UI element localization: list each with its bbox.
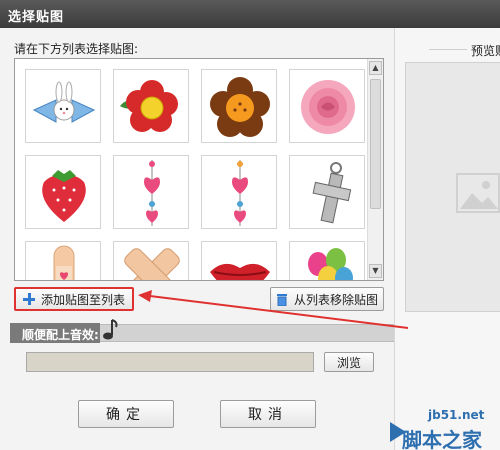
ok-button[interactable]: 确定 [78, 400, 174, 428]
sticker-bandage-cross[interactable] [113, 241, 189, 280]
window-title: 选择贴图 [8, 10, 65, 25]
cancel-button[interactable]: 取消 [220, 400, 316, 428]
add-sticker-button[interactable]: 添加贴图至列表 [14, 287, 134, 311]
title-bar: 选择贴图 [0, 0, 500, 28]
cross-icon [312, 162, 352, 224]
bunny-bow-icon [32, 81, 96, 123]
strawberry-icon [42, 170, 86, 222]
sound-label: 顺便配上音效: [10, 323, 100, 343]
add-sticker-label: 添加贴图至列表 [40, 292, 125, 307]
heart-charm-icon [144, 160, 160, 226]
preview-label: 预览贴 [471, 44, 500, 58]
scroll-thumb[interactable] [370, 79, 381, 209]
preview-divider [429, 49, 467, 50]
sticker-red-flower[interactable] [113, 69, 189, 143]
list-prompt: 请在下方列表选择贴图: [14, 42, 139, 56]
scroll-up-icon[interactable]: ▲ [369, 61, 382, 75]
bandage-cross-icon [124, 248, 180, 280]
sticker-strawberry[interactable] [25, 155, 101, 229]
browse-button[interactable]: 浏览 [324, 352, 374, 372]
heart-charm-icon [232, 160, 248, 226]
music-note-icon [100, 318, 118, 343]
remove-sticker-label: 从列表移除贴图 [293, 292, 378, 307]
sticker-heart-charm-chain-2[interactable] [201, 155, 277, 229]
red-flower-icon [120, 80, 178, 132]
vertical-scrollbar[interactable]: ▲ ▼ [367, 59, 383, 280]
lips-icon [210, 263, 270, 280]
preview-area [405, 62, 500, 312]
preview-panel: 预览贴 [394, 28, 500, 450]
sticker-bandage[interactable] [25, 241, 101, 280]
trash-icon [276, 293, 288, 306]
watermark-url: jb51.net [428, 408, 485, 422]
sticker-grid [25, 69, 365, 280]
image-placeholder-icon [456, 173, 500, 216]
sound-path-input[interactable] [26, 352, 314, 372]
sticker-pink-rose[interactable] [289, 69, 365, 143]
sticker-orange-flower[interactable] [201, 69, 277, 143]
bandage-icon [53, 245, 75, 280]
orange-flower-icon [210, 77, 270, 137]
sticker-red-lips[interactable] [201, 241, 277, 280]
sticker-heart-charm-chain[interactable] [113, 155, 189, 229]
remove-sticker-button[interactable]: 从列表移除贴图 [270, 287, 384, 311]
pink-rose-icon [301, 80, 355, 134]
sticker-list[interactable]: ▲ ▼ [14, 58, 384, 281]
sticker-bunny-bow[interactable] [25, 69, 101, 143]
watermark-brand: 脚本之家 [402, 428, 482, 450]
sticker-panel: 请在下方列表选择贴图: ▲ ▼ 添加贴图至列表 从列表移除贴图 顺便配上音效: … [0, 28, 394, 450]
sticker-balloons[interactable] [289, 241, 365, 280]
balloons-icon [308, 248, 353, 280]
scroll-down-icon[interactable]: ▼ [369, 264, 382, 278]
sticker-silver-cross[interactable] [289, 155, 365, 229]
plus-icon [22, 293, 35, 305]
